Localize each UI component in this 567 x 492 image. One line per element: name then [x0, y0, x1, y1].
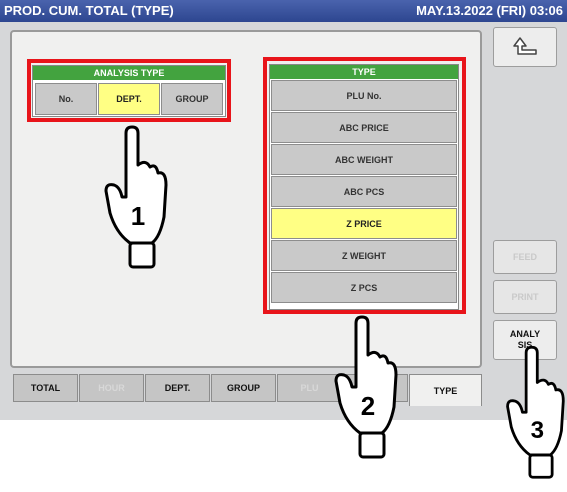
type-z-price-button[interactable]: Z PRICE: [271, 208, 457, 239]
analysis-type-group: ANALYSIS TYPE No. DEPT. GROUP: [32, 65, 226, 117]
feed-button[interactable]: FEED: [493, 240, 557, 274]
return-arrow-icon: [513, 37, 537, 55]
print-button[interactable]: PRINT: [493, 280, 557, 314]
title-bar: PROD. CUM. TOTAL (TYPE) MAY.13.2022 (FRI…: [0, 0, 567, 22]
pointing-hand-icon-1: 1: [104, 125, 168, 269]
type-plu-no-button[interactable]: PLU No.: [271, 80, 457, 111]
type-group: TYPE PLU No. ABC PRICE ABC WEIGHT ABC PC…: [269, 64, 459, 310]
type-abc-weight-button[interactable]: ABC WEIGHT: [271, 144, 457, 175]
type-header: TYPE: [270, 65, 458, 79]
callout-number-3: 3: [531, 417, 544, 444]
pointing-hand-icon-2: 2: [334, 315, 398, 459]
tab-group[interactable]: GROUP: [211, 374, 276, 402]
pointing-hand-icon-3: 3: [506, 345, 565, 479]
analysis-type-header: ANALYSIS TYPE: [33, 66, 225, 80]
tab-hour[interactable]: HOUR: [79, 374, 144, 402]
screen-area: ANALYSIS TYPE No. DEPT. GROUP TYPE PLU N…: [0, 22, 567, 420]
tab-total[interactable]: TOTAL: [13, 374, 78, 402]
date-time: MAY.13.2022 (FRI) 03:06: [416, 3, 563, 18]
page-title: PROD. CUM. TOTAL (TYPE): [4, 3, 174, 18]
type-abc-price-button[interactable]: ABC PRICE: [271, 112, 457, 143]
callout-number-1: 1: [131, 201, 145, 231]
callout-number-2: 2: [361, 391, 375, 421]
type-z-weight-button[interactable]: Z WEIGHT: [271, 240, 457, 271]
back-button[interactable]: [493, 27, 557, 67]
tab-type[interactable]: TYPE: [409, 374, 482, 406]
analysis-dept-button[interactable]: DEPT.: [98, 83, 160, 115]
analysis-no-button[interactable]: No.: [35, 83, 97, 115]
type-abc-pcs-button[interactable]: ABC PCS: [271, 176, 457, 207]
tab-dept[interactable]: DEPT.: [145, 374, 210, 402]
analysis-group-button[interactable]: GROUP: [161, 83, 223, 115]
type-z-pcs-button[interactable]: Z PCS: [271, 272, 457, 303]
